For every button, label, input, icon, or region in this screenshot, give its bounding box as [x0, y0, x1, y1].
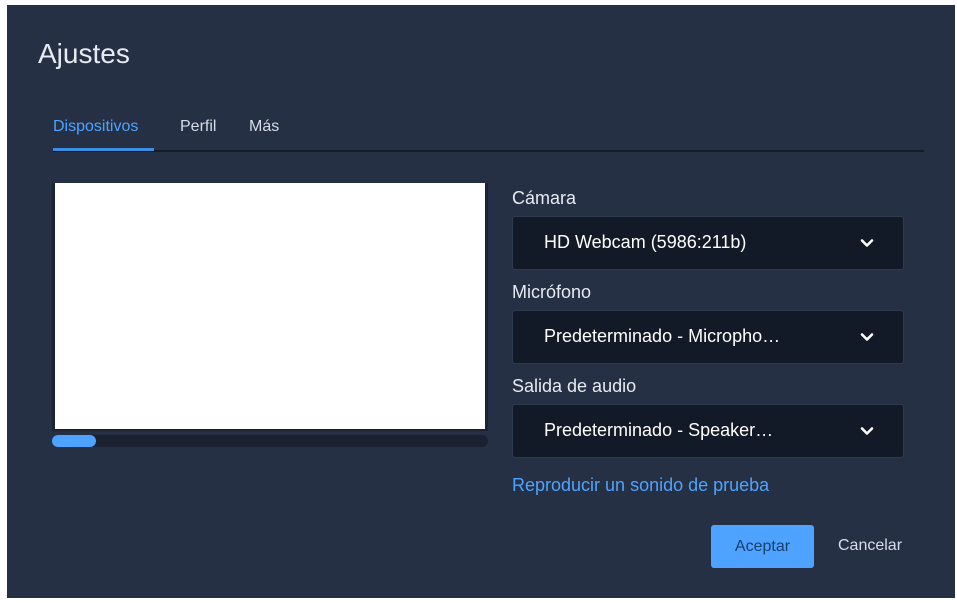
audio-output-select-value: Predeterminado - Speaker… — [544, 420, 774, 440]
audio-output-select[interactable]: Predeterminado - Speaker… — [512, 404, 904, 458]
settings-dialog: Ajustes Dispositivos Perfil Más Cámara H… — [7, 5, 955, 598]
camera-preview-panel — [52, 183, 488, 451]
camera-select[interactable]: HD Webcam (5986:211b) — [512, 216, 904, 270]
audio-output-label: Salida de audio — [512, 376, 637, 396]
test-sound-link[interactable]: Reproducir un sonido de prueba — [512, 475, 769, 496]
mic-level-meter — [52, 435, 488, 447]
chevron-down-icon — [860, 239, 874, 247]
chevron-down-icon — [860, 427, 874, 435]
microphone-label: Micrófono — [512, 282, 592, 302]
dialog-title: Ajustes — [38, 38, 130, 69]
camera-preview — [52, 183, 488, 431]
active-tab-indicator — [53, 148, 154, 151]
microphone-select-value: Predeterminado - Micropho… — [544, 326, 781, 346]
camera-select-value: HD Webcam (5986:211b) — [544, 232, 747, 252]
tab-mas[interactable]: Más — [249, 118, 279, 136]
camera-preview-image — [55, 183, 485, 429]
tab-perfil[interactable]: Perfil — [180, 118, 216, 136]
tab-bar: Dispositivos Perfil Más — [53, 116, 924, 152]
microphone-select[interactable]: Predeterminado - Micropho… — [512, 310, 904, 364]
mic-level-fill — [52, 435, 96, 447]
camera-label: Cámara — [512, 188, 577, 208]
cancel-button[interactable]: Cancelar — [838, 537, 902, 555]
tab-dispositivos[interactable]: Dispositivos — [53, 118, 138, 136]
chevron-down-icon — [860, 333, 874, 341]
accept-button[interactable]: Aceptar — [711, 525, 814, 568]
